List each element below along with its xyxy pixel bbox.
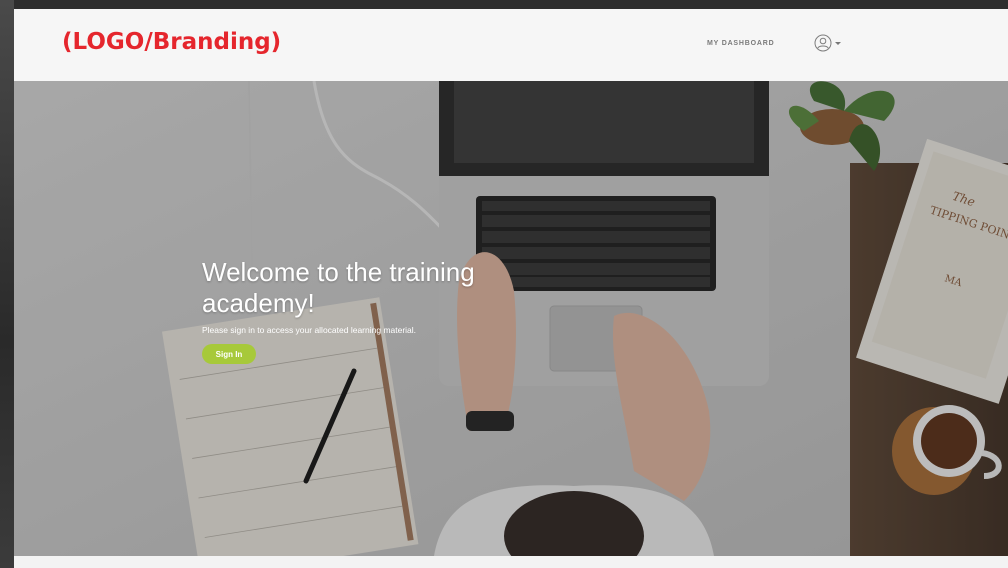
logo-branding[interactable]: (LOGO/Branding)	[62, 29, 281, 55]
user-menu-toggle[interactable]	[814, 34, 841, 52]
site-header: (LOGO/Branding) MY DASHBOARD	[14, 9, 1008, 81]
chevron-down-icon	[835, 41, 841, 45]
nav-my-dashboard[interactable]: MY DASHBOARD	[707, 40, 774, 47]
sign-in-button[interactable]: Sign In	[202, 344, 256, 364]
page: (LOGO/Branding) MY DASHBOARD The TIPPING…	[0, 0, 1008, 568]
user-avatar-icon	[814, 34, 832, 52]
page-footer-strip	[14, 556, 1008, 568]
hero-banner: The TIPPING POINT MA Welcome to the trai…	[14, 81, 1008, 556]
hero-subtitle: Please sign in to access your allocated …	[202, 325, 417, 335]
hero-title: Welcome to the training academy!	[202, 257, 475, 318]
outer-left-strip	[0, 0, 14, 568]
outer-top-strip	[0, 0, 1008, 9]
